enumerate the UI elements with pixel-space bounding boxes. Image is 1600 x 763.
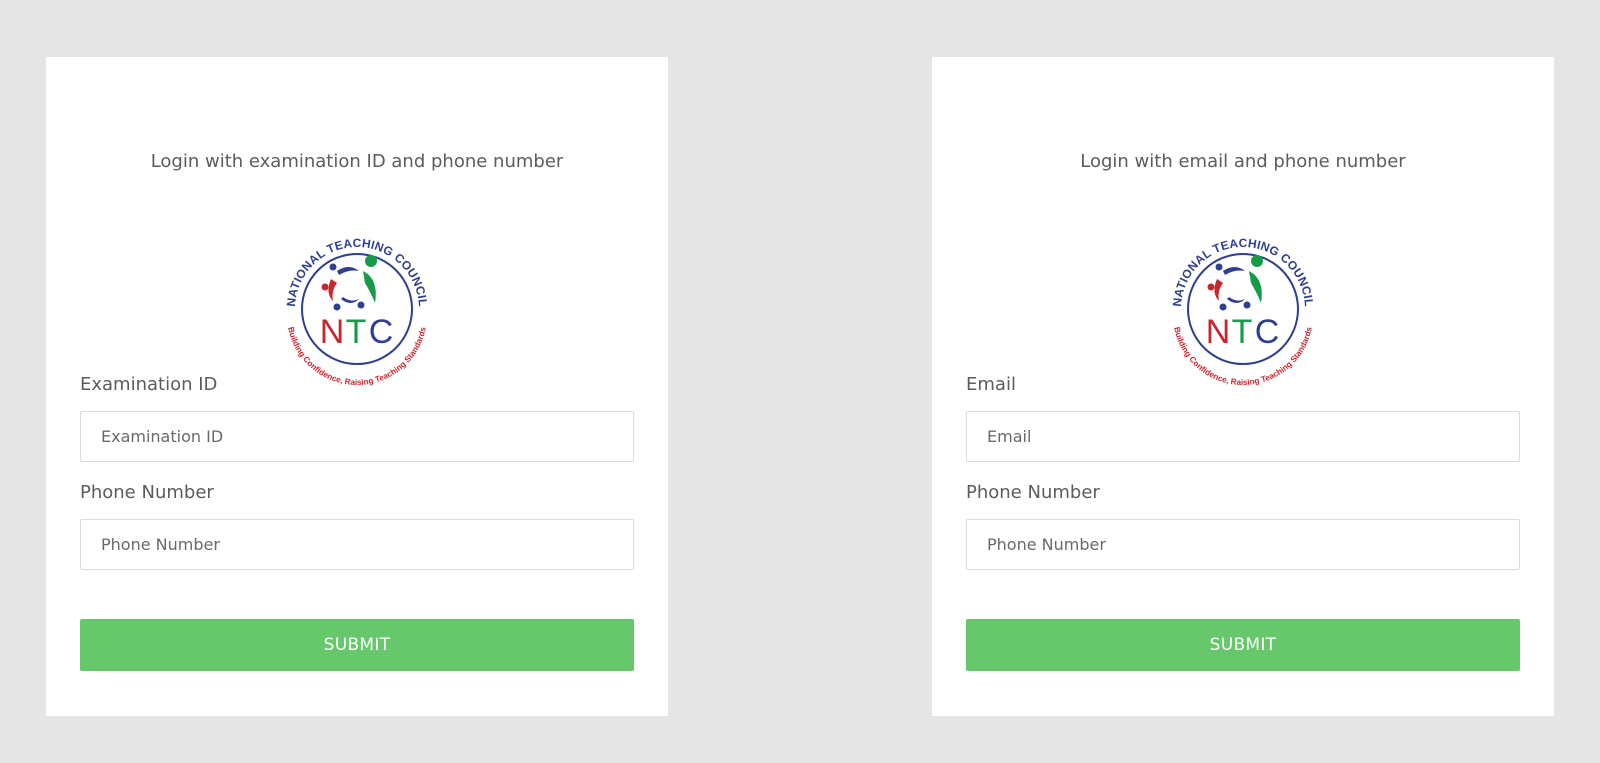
logo-letter-c: C [1255, 313, 1280, 351]
svg-text:NATIONAL TEACHING COUNCIL: NATIONAL TEACHING COUNCIL [1170, 236, 1316, 307]
email-submit-button[interactable]: SUBMIT [966, 619, 1520, 671]
logo-letter-t: T [1232, 313, 1253, 351]
email-phone-number-input[interactable] [966, 519, 1520, 570]
login-page: Login with examination ID and phone numb… [0, 0, 1600, 763]
logo-letter-n: N [1206, 313, 1231, 351]
exam-login-card: Login with examination ID and phone numb… [46, 57, 668, 716]
exam-login-title: Login with examination ID and phone numb… [150, 151, 564, 172]
examination-id-input[interactable] [80, 411, 634, 462]
ntc-logo: NATIONAL TEACHING COUNCIL Building Confi… [284, 236, 430, 387]
email-login-title: Login with email and phone number [1080, 151, 1406, 172]
people-figures-icon [1207, 255, 1263, 311]
email-phone-number-label: Phone Number [966, 482, 1100, 503]
ntc-logo: NATIONAL TEACHING COUNCIL Building Confi… [1170, 236, 1316, 387]
logo-letter-n: N [320, 313, 345, 351]
logo-top-text: NATIONAL TEACHING COUNCIL [1170, 236, 1316, 307]
examination-id-label: Examination ID [80, 374, 218, 395]
email-input[interactable] [966, 411, 1520, 462]
logo-top-text: NATIONAL TEACHING COUNCIL [284, 236, 430, 307]
exam-submit-button[interactable]: SUBMIT [80, 619, 634, 671]
svg-text:NATIONAL TEACHING COUNCIL: NATIONAL TEACHING COUNCIL [284, 236, 430, 307]
email-label: Email [966, 374, 1016, 395]
people-figures-icon [321, 255, 377, 311]
email-login-card: Login with email and phone number NATION… [932, 57, 1554, 716]
exam-phone-number-label: Phone Number [80, 482, 214, 503]
logo-letter-t: T [346, 313, 367, 351]
exam-phone-number-input[interactable] [80, 519, 634, 570]
logo-letter-c: C [369, 313, 394, 351]
